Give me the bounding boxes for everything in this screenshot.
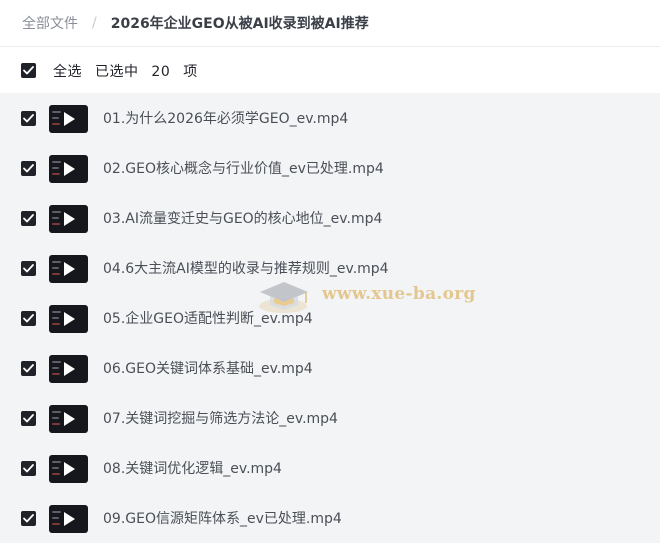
- video-thumbnail[interactable]: [49, 305, 88, 333]
- video-thumbnail[interactable]: [49, 105, 88, 133]
- list-bottom-edge: [0, 543, 660, 557]
- checkmark-icon: [23, 114, 34, 123]
- video-thumbnail[interactable]: [49, 205, 88, 233]
- file-checkbox[interactable]: [21, 461, 36, 476]
- checkmark-icon: [23, 414, 34, 423]
- checkmark-icon: [23, 464, 34, 473]
- select-all-label[interactable]: 全选: [53, 64, 82, 80]
- checkmark-icon: [23, 214, 34, 223]
- breadcrumb: 全部文件 / 2026年企业GEO从被AI收录到被AI推荐: [0, 0, 660, 47]
- checkmark-icon: [23, 514, 34, 523]
- selected-prefix: 已选中: [94, 63, 139, 80]
- selected-suffix: 项: [183, 63, 198, 80]
- file-name[interactable]: 05.企业GEO适配性判断_ev.mp4: [103, 299, 313, 339]
- video-thumbnail[interactable]: [49, 455, 88, 483]
- selection-bar: 全选 已选中 20 项: [0, 48, 660, 93]
- file-checkbox[interactable]: [21, 411, 36, 426]
- checkmark-icon: [23, 364, 34, 373]
- file-row[interactable]: 08.关键词优化逻辑_ev.mp4: [0, 449, 660, 489]
- play-icon: [64, 462, 75, 476]
- video-thumbnail[interactable]: [49, 405, 88, 433]
- file-list: 01.为什么2026年必须学GEO_ev.mp4 02.GEO核心概念与行业价值_…: [0, 93, 660, 543]
- checkmark-icon: [23, 164, 34, 173]
- file-row[interactable]: 02.GEO核心概念与行业价值_ev已处理.mp4: [0, 149, 660, 189]
- file-checkbox[interactable]: [21, 311, 36, 326]
- file-row[interactable]: 03.AI流量变迁史与GEO的核心地位_ev.mp4: [0, 199, 660, 239]
- file-checkbox[interactable]: [21, 111, 36, 126]
- file-row[interactable]: 06.GEO关键词体系基础_ev.mp4: [0, 349, 660, 389]
- checkmark-icon: [23, 264, 34, 273]
- file-name[interactable]: 06.GEO关键词体系基础_ev.mp4: [103, 349, 313, 389]
- file-name[interactable]: 08.关键词优化逻辑_ev.mp4: [103, 449, 282, 489]
- file-row[interactable]: 01.为什么2026年必须学GEO_ev.mp4: [0, 99, 660, 139]
- play-icon: [64, 362, 75, 376]
- video-thumbnail[interactable]: [49, 155, 88, 183]
- breadcrumb-separator: /: [92, 15, 97, 31]
- file-row[interactable]: 04.6大主流AI模型的收录与推荐规则_ev.mp4: [0, 249, 660, 289]
- file-checkbox[interactable]: [21, 161, 36, 176]
- file-name[interactable]: 02.GEO核心概念与行业价值_ev已处理.mp4: [103, 149, 384, 189]
- play-icon: [64, 212, 75, 226]
- selection-summary: 全选 已选中 20 项: [53, 61, 206, 81]
- checkmark-icon: [23, 314, 34, 323]
- file-row[interactable]: 09.GEO信源矩阵体系_ev已处理.mp4: [0, 499, 660, 539]
- file-name[interactable]: 09.GEO信源矩阵体系_ev已处理.mp4: [103, 499, 342, 539]
- play-icon: [64, 512, 75, 526]
- checkmark-icon: [23, 66, 34, 75]
- play-icon: [64, 412, 75, 426]
- file-checkbox[interactable]: [21, 361, 36, 376]
- file-name[interactable]: 01.为什么2026年必须学GEO_ev.mp4: [103, 99, 348, 139]
- play-icon: [64, 262, 75, 276]
- breadcrumb-current-folder: 2026年企业GEO从被AI收录到被AI推荐: [110, 16, 369, 32]
- file-checkbox[interactable]: [21, 261, 36, 276]
- video-thumbnail[interactable]: [49, 355, 88, 383]
- video-thumbnail[interactable]: [49, 255, 88, 283]
- file-checkbox[interactable]: [21, 211, 36, 226]
- file-checkbox[interactable]: [21, 511, 36, 526]
- play-icon: [64, 162, 75, 176]
- file-row[interactable]: 05.企业GEO适配性判断_ev.mp4: [0, 299, 660, 339]
- file-row[interactable]: 07.关键词挖掘与筛选方法论_ev.mp4: [0, 399, 660, 439]
- file-name[interactable]: 04.6大主流AI模型的收录与推荐规则_ev.mp4: [103, 249, 389, 289]
- file-name[interactable]: 07.关键词挖掘与筛选方法论_ev.mp4: [103, 399, 338, 439]
- file-name[interactable]: 03.AI流量变迁史与GEO的核心地位_ev.mp4: [103, 199, 382, 239]
- video-thumbnail[interactable]: [49, 505, 88, 533]
- breadcrumb-root-link[interactable]: 全部文件: [22, 13, 78, 33]
- play-icon: [64, 112, 75, 126]
- selected-count: 20: [151, 63, 171, 80]
- select-all-checkbox[interactable]: [21, 63, 36, 78]
- play-icon: [64, 312, 75, 326]
